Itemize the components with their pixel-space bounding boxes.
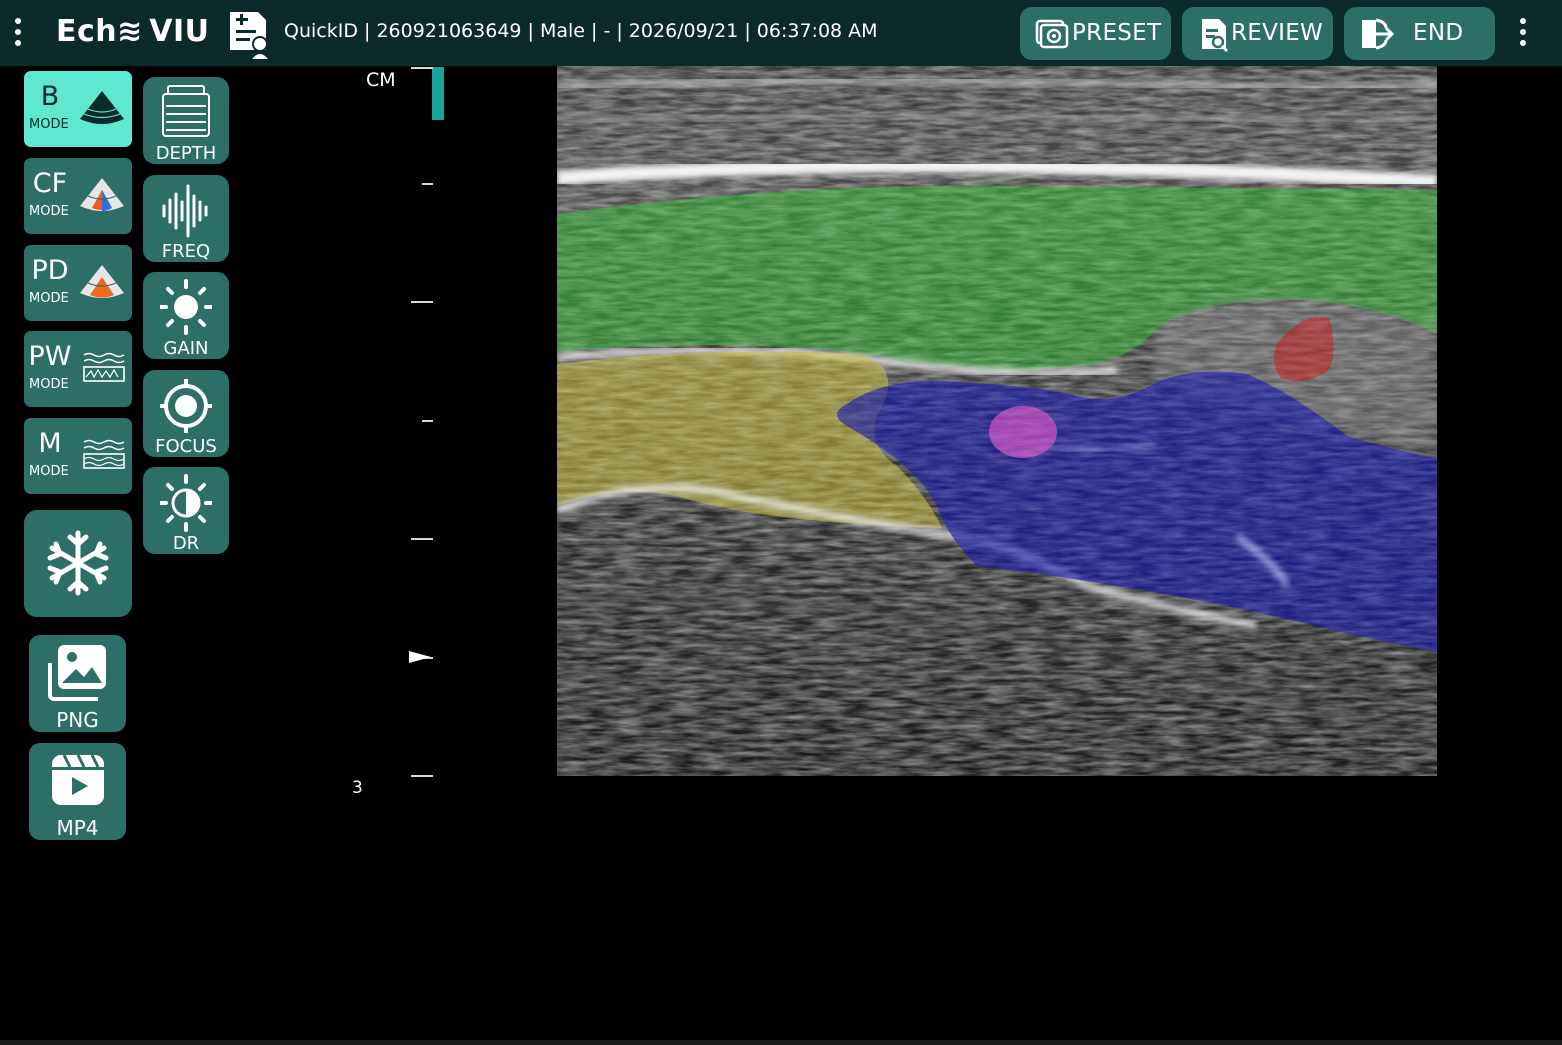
b-mode-label: B: [40, 81, 60, 112]
mp4-capture-button[interactable]: MP4: [29, 743, 126, 840]
depth-unit-label: CM: [366, 69, 396, 91]
png-capture-button[interactable]: PNG: [29, 635, 126, 732]
freq-button[interactable]: FREQ: [143, 175, 229, 262]
preset-icon: [1035, 19, 1069, 49]
b-mode-sublabel: MODE: [29, 117, 69, 132]
frequency-wave-icon: [162, 184, 208, 238]
cf-mode-button[interactable]: CF MODE: [24, 158, 132, 234]
exit-icon: [1362, 18, 1394, 50]
ultrasound-scan: [557, 66, 1437, 776]
pd-mode-sublabel: MODE: [29, 291, 69, 306]
pd-mode-sector-icon: [80, 265, 124, 298]
mp4-label: MP4: [56, 816, 99, 840]
depth-indicator-bar: [432, 67, 444, 120]
depth-tick: [422, 183, 433, 185]
focus-position-marker[interactable]: [409, 651, 431, 663]
depth-tick: [411, 67, 433, 69]
pw-spectrum-icon: [83, 352, 125, 382]
pw-mode-sublabel: MODE: [29, 377, 69, 392]
png-label: PNG: [56, 708, 99, 732]
top-bar: Ech≋ VIU QuickID | 260921063649 | Male |…: [0, 0, 1562, 66]
video-capture-icon: [52, 754, 104, 805]
depth-tick: [422, 420, 433, 422]
gain-button[interactable]: GAIN: [143, 272, 229, 359]
right-menu-icon[interactable]: [1519, 18, 1527, 48]
ultrasound-image[interactable]: [557, 66, 1437, 776]
focus-label: FOCUS: [155, 436, 217, 457]
dr-button[interactable]: DR: [143, 467, 229, 554]
bottom-divider: [0, 1040, 1562, 1045]
gain-sun-icon: [160, 279, 212, 335]
pd-mode-button[interactable]: PD MODE: [24, 245, 132, 321]
pd-mode-label: PD: [31, 255, 69, 286]
m-mode-button[interactable]: M MODE: [24, 418, 132, 494]
image-capture-icon: [48, 645, 106, 701]
m-mode-label: M: [38, 428, 62, 459]
depth-tick: [411, 775, 433, 777]
gain-label: GAIN: [163, 338, 209, 359]
snowflake-icon: [47, 530, 109, 596]
focus-button[interactable]: FOCUS: [143, 370, 229, 457]
pw-mode-label: PW: [28, 341, 72, 372]
freq-label: FREQ: [161, 241, 211, 262]
preset-label: PRESET: [1072, 20, 1162, 46]
depth-button[interactable]: DEPTH: [143, 77, 229, 164]
end-button[interactable]: END: [1344, 7, 1495, 60]
b-mode-button[interactable]: B MODE: [24, 71, 132, 147]
review-label: REVIEW: [1231, 20, 1324, 46]
patient-info-text: QuickID | 260921063649 | Male | - | 2026…: [284, 20, 878, 42]
cf-mode-sublabel: MODE: [29, 204, 69, 219]
max-depth-label: 3: [352, 778, 363, 798]
depth-icon: [162, 85, 210, 137]
depth-tick: [411, 538, 433, 540]
dr-label: DR: [172, 533, 200, 554]
left-menu-icon[interactable]: [14, 18, 22, 48]
app-logo: Ech≋ VIU: [56, 14, 210, 49]
m-mode-sublabel: MODE: [29, 464, 69, 479]
focus-target-icon: [160, 379, 212, 433]
cf-mode-label: CF: [32, 168, 68, 199]
review-button[interactable]: REVIEW: [1182, 7, 1333, 60]
depth-tick: [411, 301, 433, 303]
b-mode-sector-icon: [80, 91, 124, 124]
freeze-button[interactable]: [24, 510, 132, 617]
patient-info-icon[interactable]: [226, 8, 272, 60]
depth-label: DEPTH: [155, 143, 217, 164]
pw-mode-button[interactable]: PW MODE: [24, 331, 132, 407]
m-mode-trace-icon: [83, 439, 125, 469]
review-icon: [1202, 19, 1229, 52]
cf-mode-sector-icon: [80, 178, 124, 211]
preset-button[interactable]: PRESET: [1020, 7, 1171, 60]
end-label: END: [1413, 20, 1464, 46]
dynamic-range-icon: [160, 474, 212, 532]
